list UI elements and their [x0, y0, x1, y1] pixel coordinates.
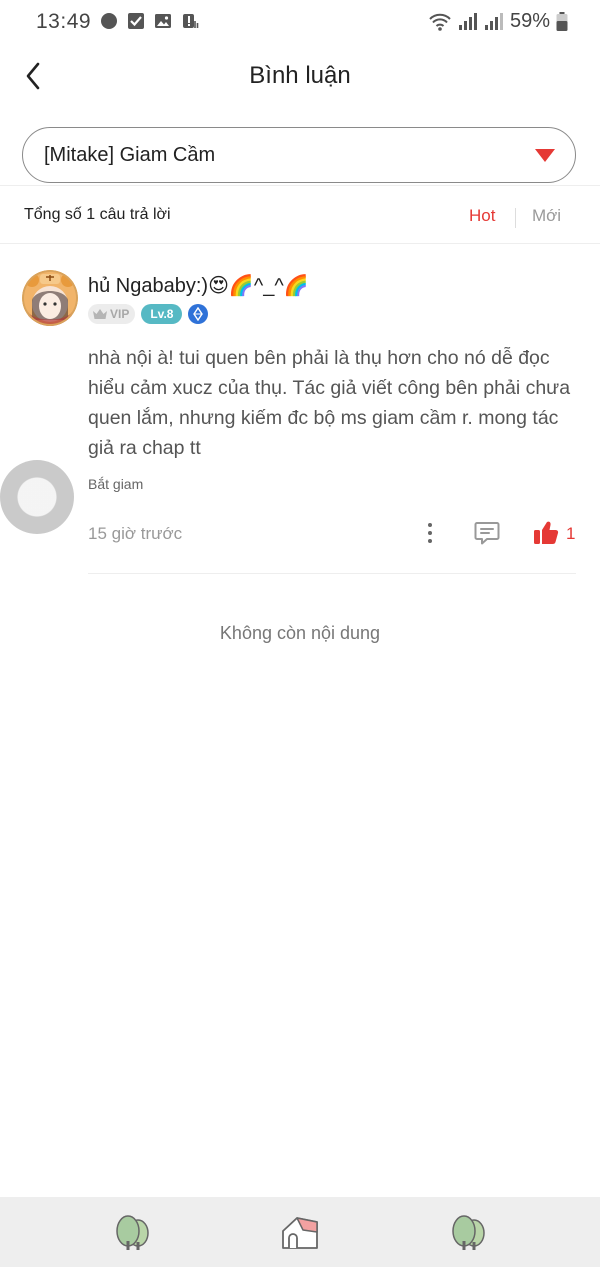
end-of-list-message: Không còn nội dung: [219, 623, 381, 643]
thumbs-up-icon: [534, 521, 559, 544]
sort-new-tab[interactable]: Mới: [532, 206, 561, 226]
record-icon: [101, 13, 117, 29]
signal-icon: [458, 12, 477, 30]
diamond-badge: [188, 304, 209, 324]
level-badge: Lv.8: [141, 304, 183, 324]
avatar[interactable]: [22, 270, 78, 326]
comment-time: 15 giờ trước: [88, 524, 183, 543]
home-icon: [282, 1217, 318, 1249]
diamond-icon: [193, 307, 204, 321]
status-bar: 13:49 59%: [0, 0, 600, 46]
battery-icon: [556, 11, 568, 31]
dot: [428, 523, 432, 527]
system-status: 59%: [428, 10, 568, 33]
tree-icon: [452, 1215, 485, 1250]
divider: [88, 573, 576, 574]
comment-text: nhà nội à! tui quen bên phải là thụ hơn …: [88, 347, 571, 459]
comment-summary: Tổng số 1 câu trả lời Hot Mới: [0, 186, 600, 243]
status-time: 13:49: [36, 10, 92, 33]
image-icon: [155, 14, 171, 28]
nav-item-left[interactable]: [112, 1211, 154, 1253]
caret-down-icon: [535, 149, 555, 162]
username[interactable]: hủ Ngababy:)😍🌈^_^🌈: [88, 273, 309, 298]
alert-icon: [183, 14, 199, 28]
avatar-image: [22, 270, 78, 326]
crown-icon: [93, 309, 107, 319]
like-button[interactable]: [533, 519, 559, 547]
battery-level: 59%: [509, 10, 550, 32]
like-count: 1: [566, 524, 576, 543]
chapter-selector[interactable]: [Mitake] Giam Cầm: [22, 127, 576, 183]
nav-item-home[interactable]: [279, 1211, 321, 1253]
divider: [0, 243, 600, 244]
dot: [428, 539, 432, 543]
checkbox-icon: [128, 13, 144, 29]
tree-icon: [116, 1215, 149, 1250]
page-title: Bình luận: [249, 62, 351, 89]
wifi-icon: [429, 13, 451, 31]
comment-tag: Bắt giam: [88, 476, 144, 492]
user-badges: VIP Lv.8: [88, 304, 209, 324]
sort-divider: [515, 208, 516, 228]
floating-assistive-button[interactable]: [0, 460, 74, 534]
app-header: Bình luận: [0, 48, 600, 108]
bottom-nav: [0, 1197, 600, 1267]
dot: [428, 531, 432, 535]
selector-value: [Mitake] Giam Cầm: [44, 144, 216, 166]
sort-hot-tab[interactable]: Hot: [469, 206, 495, 226]
reply-button[interactable]: [473, 519, 501, 547]
more-vertical-icon[interactable]: [418, 520, 442, 546]
nav-item-right[interactable]: [448, 1211, 490, 1253]
notification-icons: [100, 12, 199, 30]
signal-icon: [484, 12, 503, 30]
vip-label: VIP: [110, 307, 130, 321]
vip-badge: VIP: [88, 304, 136, 324]
comment-icon: [474, 522, 500, 545]
reply-count: Tổng số 1 câu trả lời: [24, 206, 171, 223]
